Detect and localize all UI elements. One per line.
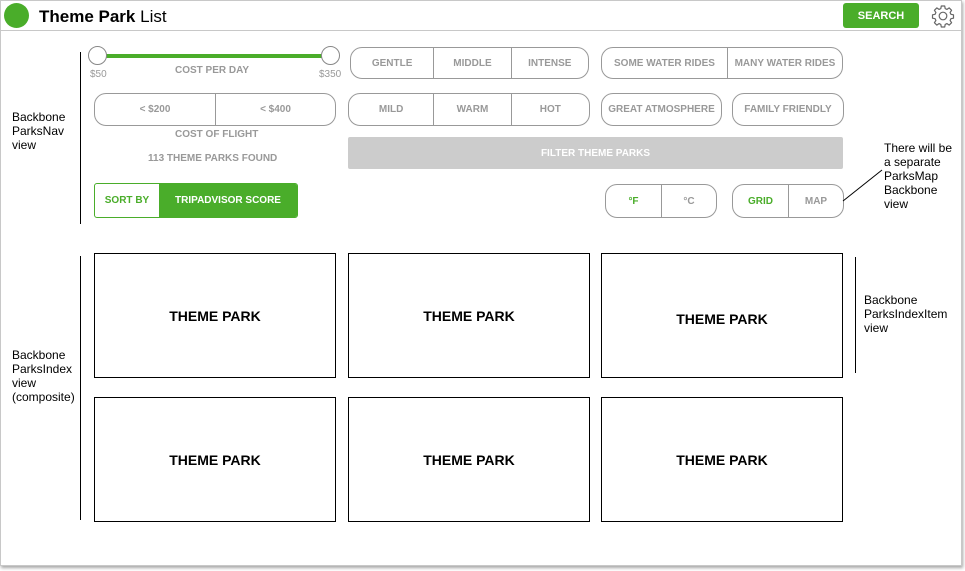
unit-fahrenheit[interactable]: °F bbox=[606, 185, 661, 217]
header-bar: Theme Park List SEARCH bbox=[1, 1, 961, 31]
annotation-parks-map: There will be a separate ParksMap Backbo… bbox=[884, 141, 952, 211]
view-map[interactable]: MAP bbox=[787, 185, 843, 217]
title-rest: List bbox=[135, 7, 167, 26]
annotation-line: ParksNav bbox=[12, 124, 65, 138]
sort-value[interactable]: TRIPADVISOR SCORE bbox=[159, 184, 297, 217]
temperature-unit-toggle: °F °C bbox=[605, 184, 717, 218]
annotation-parks-index: Backbone ParksIndex view (composite) bbox=[12, 348, 75, 404]
climate-hot[interactable]: HOT bbox=[510, 94, 589, 125]
water-many[interactable]: MANY WATER RIDES bbox=[726, 48, 842, 78]
flight-under-200[interactable]: < $200 bbox=[95, 94, 215, 125]
flight-cost-toggle: < $200 < $400 bbox=[94, 93, 336, 126]
annotation-line: Backbone bbox=[12, 110, 66, 124]
annotation-line: Backbone bbox=[884, 183, 938, 197]
intensity-toggle: GENTLE MIDDLE INTENSE bbox=[350, 47, 589, 79]
parks-index-bracket bbox=[80, 256, 81, 520]
climate-warm[interactable]: WARM bbox=[433, 94, 510, 125]
annotation-line: ParksIndexItem bbox=[864, 307, 948, 321]
intensity-intense[interactable]: INTENSE bbox=[510, 48, 588, 78]
cost-min-label: $50 bbox=[90, 69, 107, 80]
theme-park-card[interactable]: THEME PARK bbox=[601, 397, 843, 522]
great-atmosphere-toggle[interactable]: GREAT ATMOSPHERE bbox=[601, 93, 722, 126]
intensity-gentle[interactable]: GENTLE bbox=[351, 48, 433, 78]
annotation-line: Backbone bbox=[12, 348, 66, 362]
sort-by-label: SORT BY bbox=[104, 195, 150, 206]
parks-index-item-bracket bbox=[855, 257, 856, 373]
annotation-line: view bbox=[12, 138, 37, 152]
annotation-line: There will be bbox=[884, 141, 953, 155]
theme-park-card[interactable]: THEME PARK bbox=[94, 397, 336, 522]
flight-under-400[interactable]: < $400 bbox=[215, 94, 335, 125]
intensity-middle[interactable]: MIDDLE bbox=[433, 48, 510, 78]
annotation-line: view bbox=[12, 376, 37, 390]
annotation-line: ParksIndex bbox=[12, 362, 73, 376]
view-toggle: GRID MAP bbox=[732, 184, 844, 218]
search-button[interactable]: SEARCH bbox=[843, 3, 919, 28]
annotation-connector bbox=[842, 169, 883, 202]
theme-park-card[interactable]: THEME PARK bbox=[601, 253, 843, 378]
cost-max-label: $350 bbox=[319, 69, 342, 80]
cost-slider-max-thumb[interactable] bbox=[321, 46, 340, 65]
cost-slider-track[interactable] bbox=[97, 54, 330, 58]
annotation-line: view bbox=[884, 197, 909, 211]
annotation-parks-nav: Backbone ParksNav view bbox=[12, 110, 65, 152]
annotation-line: view bbox=[864, 321, 889, 335]
sort-control[interactable]: SORT BY TRIPADVISOR SCORE bbox=[94, 183, 298, 218]
logo-icon bbox=[4, 3, 29, 28]
cost-per-day-label: COST PER DAY bbox=[175, 65, 250, 76]
annotation-line: (composite) bbox=[12, 390, 75, 404]
page-title: Theme Park List bbox=[39, 7, 167, 27]
gear-icon[interactable] bbox=[931, 4, 955, 28]
theme-park-card[interactable]: THEME PARK bbox=[348, 253, 590, 378]
parks-nav-bracket bbox=[80, 52, 81, 224]
annotation-line: a separate bbox=[884, 155, 941, 169]
water-some[interactable]: SOME WATER RIDES bbox=[602, 48, 727, 78]
family-friendly-toggle[interactable]: FAMILY FRIENDLY bbox=[732, 93, 844, 126]
cost-of-flight-label: COST OF FLIGHT bbox=[175, 129, 259, 140]
view-grid[interactable]: GRID bbox=[733, 185, 788, 217]
cost-slider-min-thumb[interactable] bbox=[88, 46, 107, 65]
climate-mild[interactable]: MILD bbox=[349, 94, 433, 125]
annotation-line: ParksMap bbox=[884, 169, 939, 183]
annotation-line: Backbone bbox=[864, 293, 918, 307]
theme-park-card[interactable]: THEME PARK bbox=[94, 253, 336, 378]
annotation-parks-index-item: Backbone ParksIndexItem view bbox=[864, 293, 947, 335]
parks-found-count: 113 THEME PARKS FOUND bbox=[148, 153, 278, 164]
title-bold: Theme Park bbox=[39, 7, 136, 26]
climate-toggle: MILD WARM HOT bbox=[348, 93, 590, 126]
water-rides-toggle: SOME WATER RIDES MANY WATER RIDES bbox=[601, 47, 843, 79]
theme-park-card[interactable]: THEME PARK bbox=[348, 397, 590, 522]
unit-celsius[interactable]: °C bbox=[660, 185, 716, 217]
filter-theme-parks-button[interactable]: FILTER THEME PARKS bbox=[348, 137, 843, 169]
